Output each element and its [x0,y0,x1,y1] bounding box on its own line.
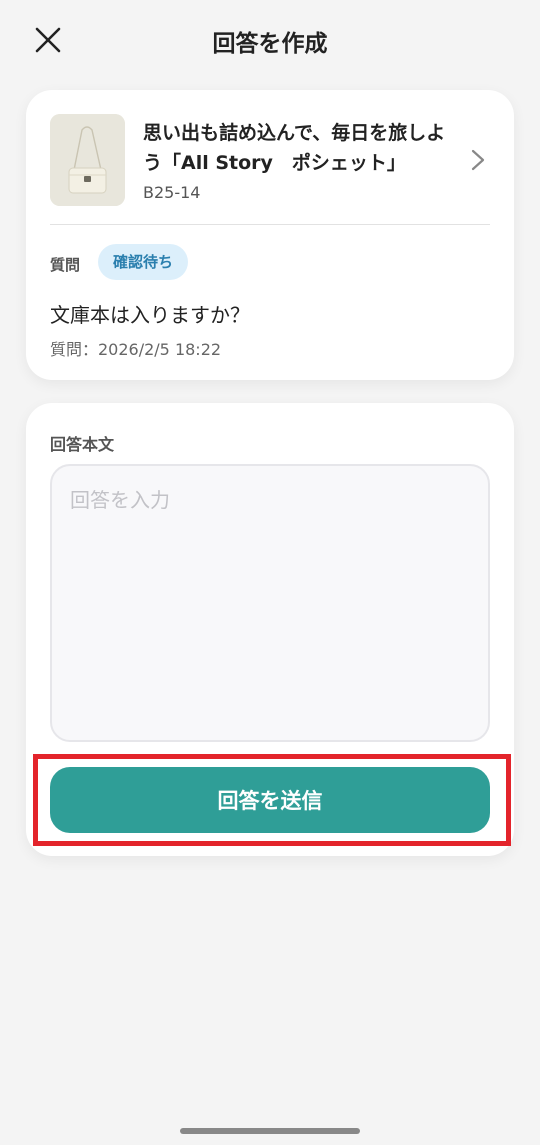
question-card: 思い出も詰め込んで、毎日を旅しよう「All Story ポシェット」 B25-1… [26,90,514,380]
product-bag-image [50,114,125,206]
product-code: B25-14 [143,183,201,202]
question-text: 文庫本は入りますか？ [50,303,250,327]
question-date: 質問：2026/2/5 18:22 [50,340,222,359]
product-link[interactable]: 思い出も詰め込んで、毎日を旅しよう「All Story ポシェット」 B25-1… [50,114,490,206]
home-indicator [180,1128,360,1134]
answer-input[interactable] [50,464,490,742]
answer-compose-screen: 回答を作成 思い出も詰め込んで、毎日を旅しよう「All Story ポシェット」… [0,0,540,1145]
header: 回答を作成 [0,0,540,82]
answer-card: 回答本文 回答を送信 [26,403,514,856]
divider [50,224,490,225]
chevron-right-icon [470,148,486,172]
submit-answer-button[interactable]: 回答を送信 [50,767,490,833]
product-name: 思い出も詰め込んで、毎日を旅しよう「All Story ポシェット」 [143,122,446,174]
page-title: 回答を作成 [212,31,328,57]
product-thumbnail [50,114,125,206]
question-label: 質問 [50,256,81,274]
answer-label: 回答本文 [50,435,115,454]
status-badge: 確認待ち [98,244,189,280]
